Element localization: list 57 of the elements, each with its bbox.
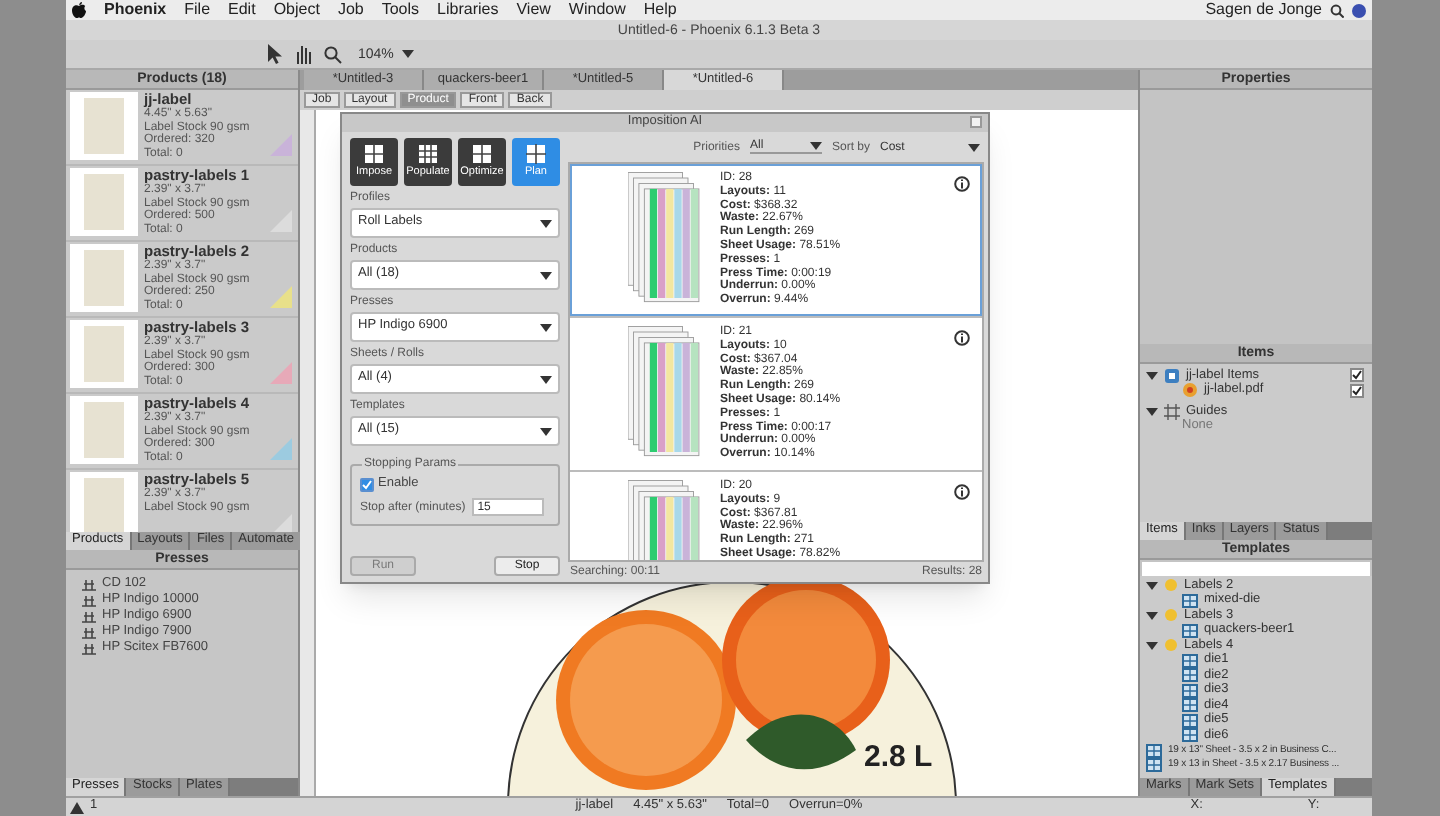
caret-icon[interactable] <box>1146 371 1158 380</box>
info-icon[interactable] <box>954 484 970 500</box>
caret-icon[interactable] <box>1146 641 1158 650</box>
press-icon <box>82 579 96 591</box>
menu-item[interactable]: View <box>516 2 551 18</box>
caret-icon <box>401 50 414 58</box>
caret-icon <box>968 143 980 151</box>
caret-icon <box>540 323 552 331</box>
menu-item[interactable]: Libraries <box>437 2 499 18</box>
caret-icon[interactable] <box>1146 407 1158 416</box>
caret-icon <box>540 427 552 435</box>
grid-icon <box>418 144 438 165</box>
caret-icon[interactable] <box>1146 611 1158 620</box>
checkbox[interactable] <box>1350 383 1364 398</box>
checkbox[interactable] <box>1350 368 1364 383</box>
press-icon <box>82 611 96 623</box>
thumbnail-placeholder <box>70 92 138 160</box>
label-text: 2.8 L <box>864 742 933 772</box>
guides-icon <box>1164 403 1180 420</box>
checkbox[interactable] <box>360 478 374 492</box>
apple-icon[interactable] <box>72 2 86 18</box>
menu-item[interactable]: File <box>184 2 211 18</box>
menu-item[interactable]: Window <box>568 2 626 18</box>
warning-icon <box>70 801 84 813</box>
caret-icon[interactable] <box>1146 581 1158 590</box>
user-name[interactable]: Sagen de Jonge <box>1205 2 1322 18</box>
thumbnail-placeholder <box>70 472 138 532</box>
file-icon <box>1182 382 1198 399</box>
search-field[interactable] <box>1142 562 1370 576</box>
press-icon <box>82 595 96 607</box>
pointer-icon[interactable] <box>266 44 282 64</box>
thumbnail-placeholder <box>70 320 138 388</box>
grid-icon <box>1182 593 1198 608</box>
search-icon[interactable] <box>1330 3 1344 17</box>
thumbnail-placeholder <box>70 396 138 464</box>
caret-icon <box>540 219 552 227</box>
menu-item[interactable]: Job <box>337 2 364 18</box>
layers-icon <box>1164 367 1180 384</box>
info-icon[interactable] <box>954 330 970 346</box>
caret-icon <box>540 375 552 383</box>
thumbnail-placeholder <box>70 168 138 236</box>
grid-icon <box>1182 623 1198 638</box>
caret-icon <box>540 271 552 279</box>
press-icon <box>82 627 96 639</box>
caret-icon <box>809 142 822 150</box>
menu-item[interactable]: Help <box>643 2 677 18</box>
menu-item[interactable]: Phoenix <box>104 2 167 18</box>
grid-icon <box>364 144 384 165</box>
menu-item[interactable]: Object <box>273 2 320 18</box>
press-icon <box>82 643 96 655</box>
thumbnail-placeholder <box>70 244 138 312</box>
menu-item[interactable]: Tools <box>381 2 420 18</box>
search-icon[interactable] <box>324 45 342 63</box>
grid-icon <box>526 144 546 165</box>
menu-item[interactable]: Edit <box>228 2 256 18</box>
info-icon[interactable] <box>954 176 970 192</box>
grid-icon <box>472 144 492 165</box>
